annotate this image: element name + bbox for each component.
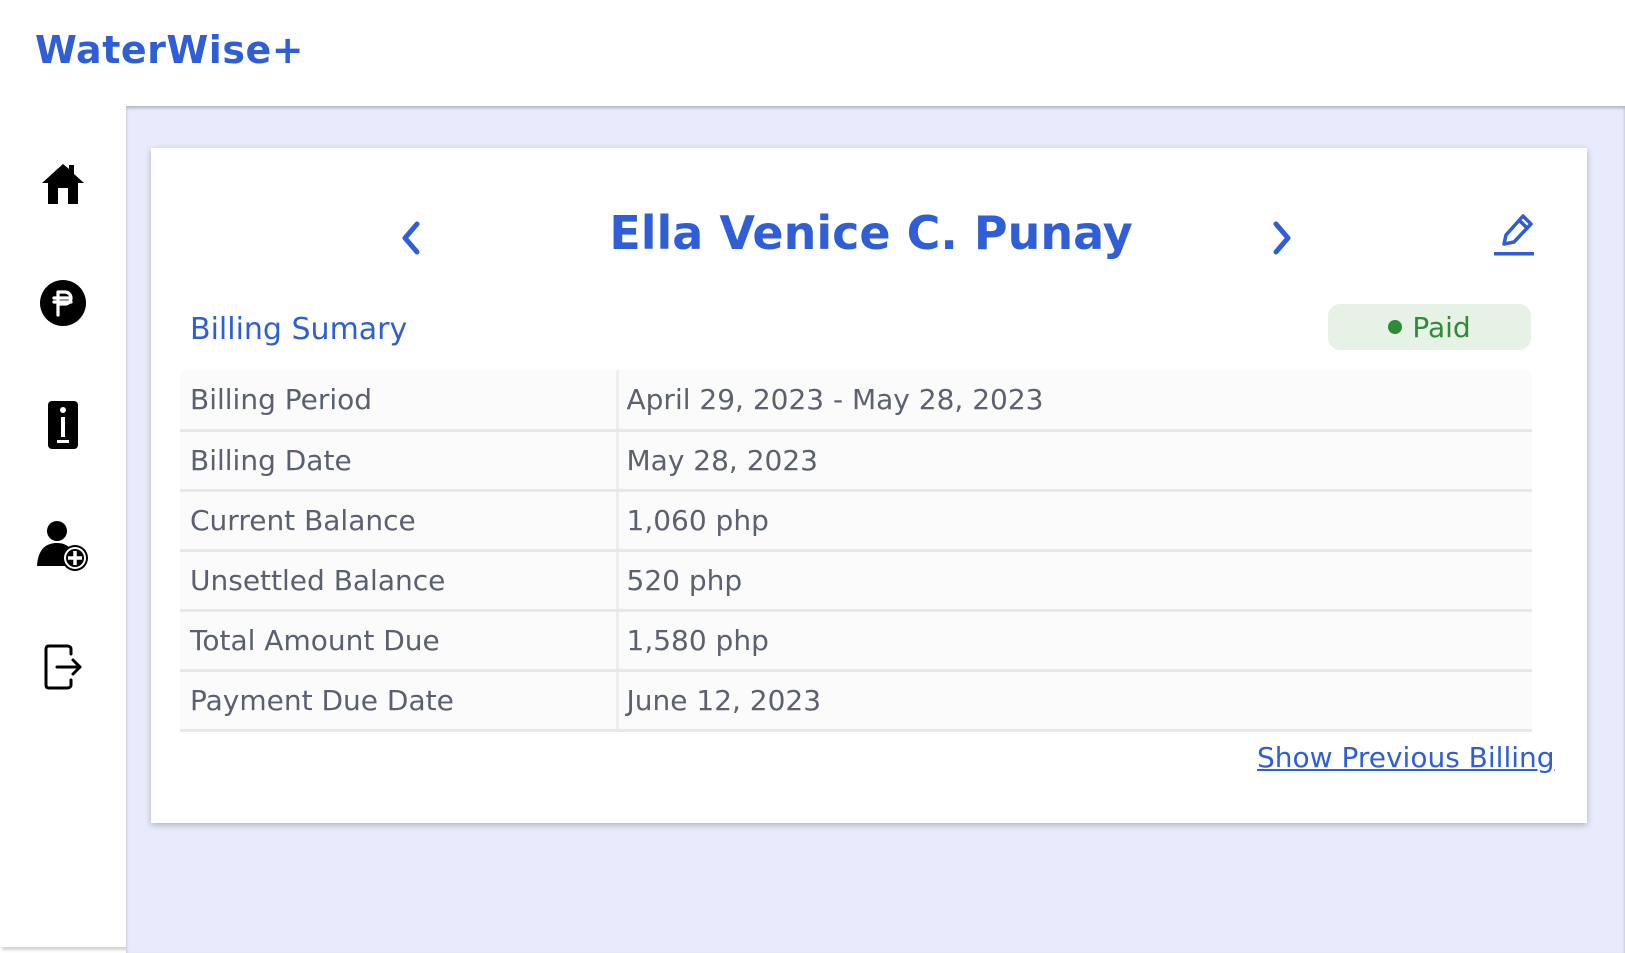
next-customer-button[interactable] — [1257, 213, 1307, 263]
edit-icon — [1494, 214, 1534, 256]
show-previous-billing-link[interactable]: Show Previous Billing — [1257, 741, 1555, 774]
row-value: May 28, 2023 — [617, 430, 1532, 492]
row-value: April 29, 2023 - May 28, 2023 — [617, 370, 1532, 432]
home-icon — [42, 164, 84, 204]
billing-card: Ella Venice C. Punay Billing Sumary Paid… — [151, 148, 1587, 823]
info-icon — [48, 401, 78, 449]
add-user-icon — [37, 521, 88, 571]
sidebar — [0, 106, 126, 947]
billing-summary-table: Billing Period April 29, 2023 - May 28, … — [180, 370, 1532, 732]
table-row: Current Balance 1,060 php — [180, 490, 1532, 552]
edit-button[interactable] — [1490, 208, 1540, 260]
table-row: Unsettled Balance 520 php — [180, 550, 1532, 612]
table-row: Total Amount Due 1,580 php — [180, 610, 1532, 672]
section-title: Billing Sumary — [190, 312, 408, 347]
sidebar-item-billing[interactable] — [33, 273, 93, 333]
row-label: Unsettled Balance — [180, 550, 619, 612]
table-row: Payment Due Date June 12, 2023 — [180, 670, 1532, 732]
main-content: Ella Venice C. Punay Billing Sumary Paid… — [126, 106, 1625, 953]
row-label: Current Balance — [180, 490, 619, 552]
row-label: Billing Date — [180, 430, 619, 492]
table-row: Billing Period April 29, 2023 - May 28, … — [180, 370, 1532, 432]
row-label: Total Amount Due — [180, 610, 619, 672]
status-badge: Paid — [1328, 304, 1531, 350]
sidebar-item-logout[interactable] — [33, 637, 93, 697]
sidebar-item-home[interactable] — [33, 154, 93, 214]
row-value: June 12, 2023 — [617, 670, 1532, 732]
previous-customer-button[interactable] — [386, 213, 436, 263]
row-value: 1,060 php — [617, 490, 1532, 552]
customer-name: Ella Venice C. Punay — [609, 206, 1133, 260]
chevron-right-icon — [1273, 221, 1291, 255]
chevron-left-icon — [402, 221, 420, 255]
status-text: Paid — [1412, 310, 1471, 344]
top-bar: WaterWise+ — [0, 0, 1625, 106]
row-label: Billing Period — [180, 370, 619, 432]
row-label: Payment Due Date — [180, 670, 619, 732]
table-row: Billing Date May 28, 2023 — [180, 430, 1532, 492]
sidebar-item-info[interactable] — [33, 395, 93, 455]
row-value: 520 php — [617, 550, 1532, 612]
peso-coin-icon — [40, 280, 86, 326]
logout-icon — [44, 644, 82, 690]
app-logo[interactable]: WaterWise+ — [35, 28, 304, 72]
sidebar-item-add-user[interactable] — [33, 516, 93, 576]
row-value: 1,580 php — [617, 610, 1532, 672]
status-dot-icon — [1388, 320, 1403, 334]
